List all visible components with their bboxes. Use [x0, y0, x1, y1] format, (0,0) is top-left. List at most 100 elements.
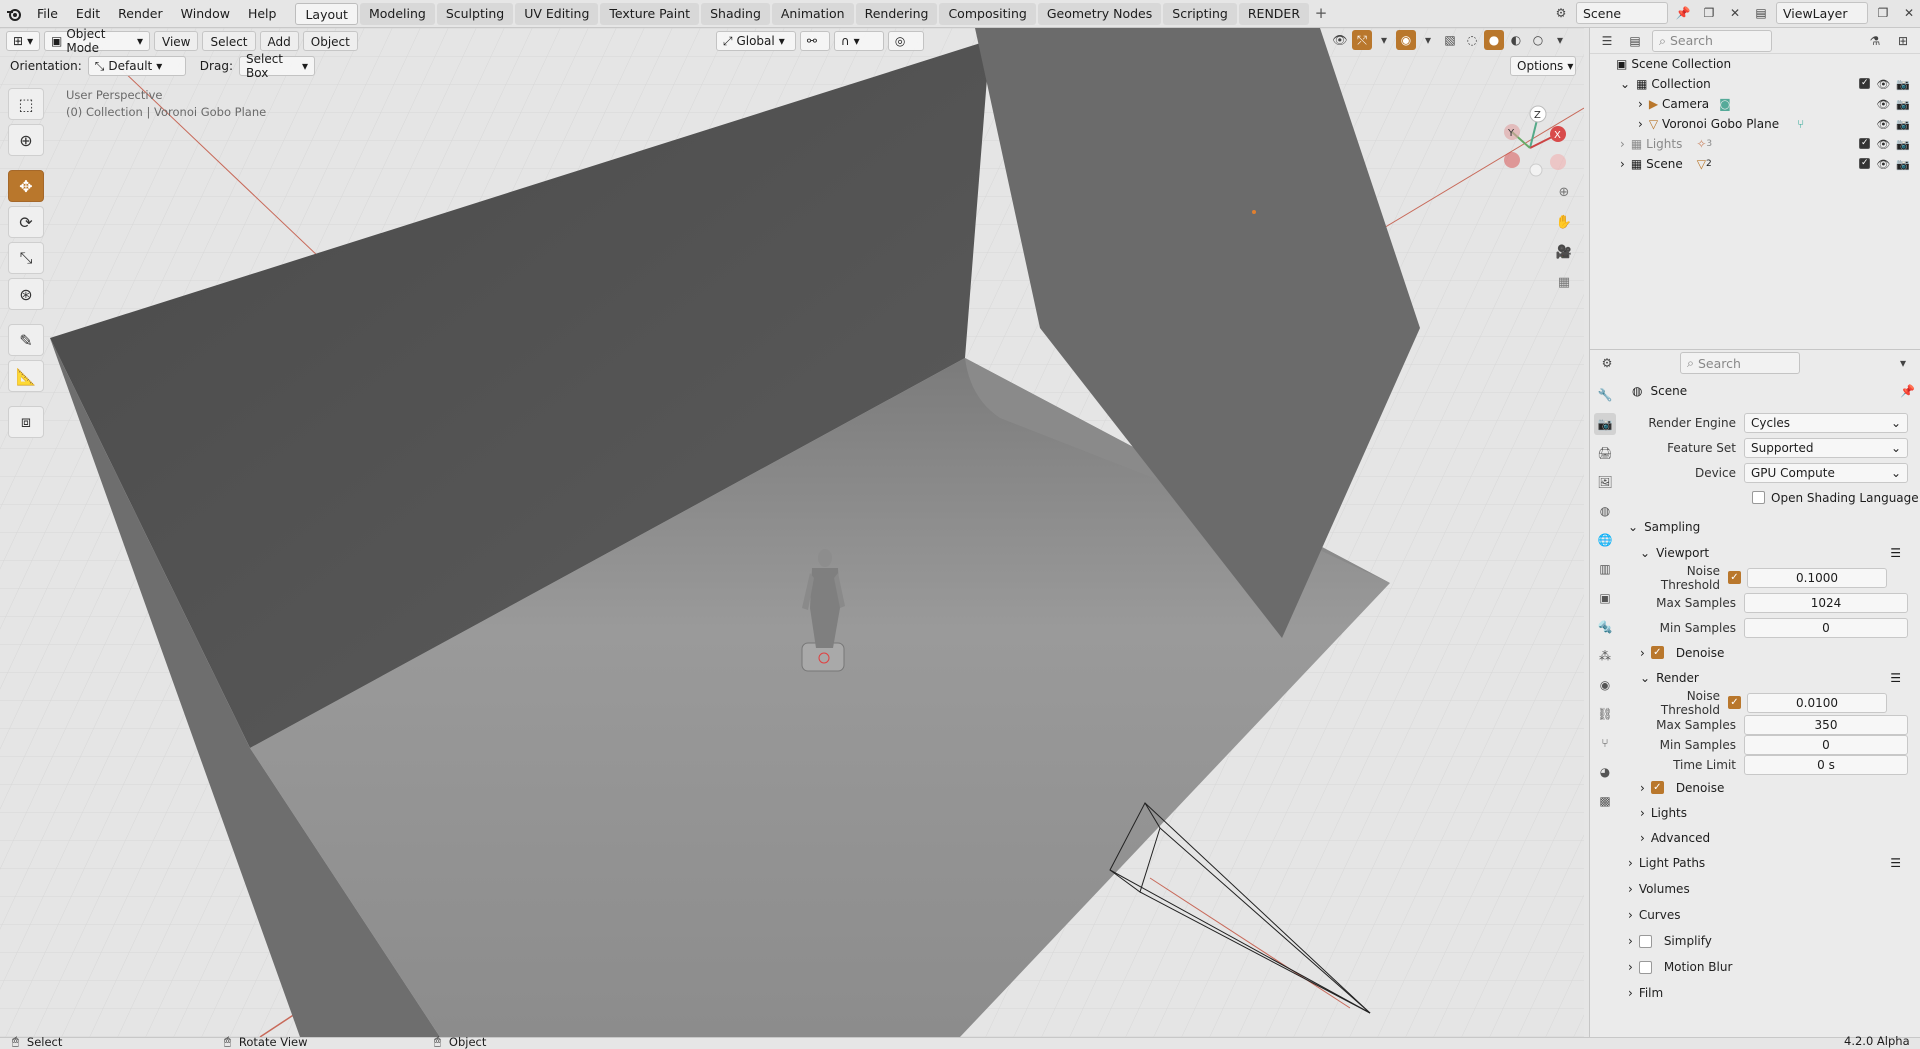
- orientation-dropdown[interactable]: ⤡ Default ▾: [87, 56, 186, 76]
- visibility-icon[interactable]: 👁: [1330, 30, 1350, 50]
- display-mode-icon[interactable]: ▤: [1624, 30, 1646, 52]
- material-shading-icon[interactable]: ◐: [1506, 30, 1526, 50]
- new-collection-icon[interactable]: ⊞: [1892, 30, 1914, 52]
- render-subpanel-header[interactable]: ⌄ Render ☰: [1628, 665, 1919, 690]
- navigation-gizmo[interactable]: Z Y X: [1490, 98, 1570, 188]
- menu-edit[interactable]: Edit: [67, 3, 109, 25]
- vp-noise-checkbox[interactable]: ✓: [1728, 571, 1741, 584]
- render-camera-icon[interactable]: 📷: [1896, 138, 1910, 151]
- feature-set-dropdown[interactable]: Supported ⌄: [1744, 437, 1908, 458]
- device-dropdown[interactable]: GPU Compute ⌄: [1744, 462, 1908, 483]
- menu-file[interactable]: File: [28, 3, 67, 25]
- outliner-row-camera[interactable]: › ▶ Camera ◙ 👁 📷: [1590, 94, 1920, 114]
- delete-scene-icon[interactable]: ✕: [1724, 2, 1746, 24]
- render-camera-icon[interactable]: 📷: [1896, 158, 1910, 171]
- view-layer-tab-icon[interactable]: 🖼: [1594, 471, 1616, 493]
- xray-icon[interactable]: ▧: [1440, 30, 1460, 50]
- tab-geometry-nodes[interactable]: Geometry Nodes: [1037, 2, 1162, 25]
- eye-icon[interactable]: 👁: [1876, 78, 1890, 91]
- outliner-row-collection[interactable]: ⌄ ▦ Collection ✓ 👁 📷: [1590, 74, 1920, 94]
- particles-tab-icon[interactable]: ⁂: [1594, 645, 1616, 667]
- r-denoise-header[interactable]: › ✓ Denoise: [1628, 775, 1919, 800]
- simplify-panel-header[interactable]: › Simplify: [1628, 928, 1919, 954]
- outliner-row-gobo[interactable]: › ▽ Voronoi Gobo Plane ⑂ 👁 📷: [1590, 114, 1920, 134]
- menu-select[interactable]: Select: [202, 31, 256, 51]
- outliner-search-input[interactable]: ⌕ Search: [1652, 29, 1772, 52]
- snap-dropdown[interactable]: ∩ ▾: [833, 31, 884, 51]
- render-engine-dropdown[interactable]: Cycles ⌄: [1744, 412, 1908, 433]
- tab-render[interactable]: RENDER: [1238, 2, 1310, 25]
- motion-blur-checkbox[interactable]: [1638, 960, 1652, 974]
- duplicate-view-layer-icon[interactable]: ❐: [1872, 2, 1894, 24]
- add-cube-tool[interactable]: ⧈: [8, 406, 44, 438]
- list-presets-icon[interactable]: ☰: [1890, 546, 1901, 560]
- rotate-tool[interactable]: ⟳: [8, 206, 44, 238]
- pan-hand-icon[interactable]: ✋: [1552, 210, 1576, 234]
- transform-orientation-dropdown[interactable]: ⤢ Global ▾: [715, 31, 796, 51]
- editor-type-dropdown[interactable]: ⊞ ▾: [6, 31, 40, 51]
- annotate-tool[interactable]: ✎: [8, 324, 44, 356]
- menu-help[interactable]: Help: [239, 3, 286, 25]
- camera-view-icon[interactable]: 🎥: [1552, 240, 1576, 264]
- material-tab-icon[interactable]: ◕: [1594, 761, 1616, 783]
- tab-layout[interactable]: Layout: [295, 2, 358, 25]
- mode-dropdown[interactable]: ▣ Object Mode ▾: [44, 28, 150, 55]
- volumes-panel-header[interactable]: › Volumes: [1628, 876, 1919, 902]
- render-tab-icon[interactable]: 📷: [1594, 413, 1616, 435]
- advanced-subpanel-header[interactable]: › Advanced: [1628, 825, 1919, 850]
- exclude-checkbox[interactable]: ✓: [1859, 137, 1871, 149]
- tab-rendering[interactable]: Rendering: [855, 2, 938, 25]
- overlay-toggle-icon[interactable]: ◉: [1396, 30, 1416, 50]
- menu-object[interactable]: Object: [302, 31, 358, 51]
- motion-blur-panel-header[interactable]: › Motion Blur: [1628, 954, 1919, 980]
- rendered-shading-icon[interactable]: ○: [1528, 30, 1548, 50]
- blender-logo-icon[interactable]: [0, 0, 28, 28]
- solid-shading-icon[interactable]: ●: [1484, 30, 1504, 50]
- filter-icon[interactable]: ⚗: [1864, 30, 1886, 52]
- gizmo-toggle-icon[interactable]: ⤲: [1352, 30, 1372, 50]
- options-dropdown[interactable]: Options ▾: [1510, 56, 1576, 76]
- cursor-tool[interactable]: ⊕: [8, 124, 44, 156]
- osl-row[interactable]: Open Shading Language: [1628, 485, 1919, 510]
- zoom-icon[interactable]: ⊕: [1552, 180, 1576, 204]
- r-noise-checkbox[interactable]: ✓: [1728, 696, 1741, 709]
- properties-options-icon[interactable]: ▾: [1892, 352, 1914, 374]
- r-denoise-checkbox[interactable]: ✓: [1650, 781, 1664, 794]
- pin-icon[interactable]: 📌: [1672, 2, 1694, 24]
- add-workspace-button[interactable]: +: [1311, 4, 1331, 24]
- duplicate-scene-icon[interactable]: ❐: [1698, 2, 1720, 24]
- sampling-panel-header[interactable]: ⌄ Sampling: [1628, 514, 1919, 540]
- measure-tool[interactable]: 📐: [8, 360, 44, 392]
- eye-icon[interactable]: 👁: [1876, 138, 1890, 151]
- tool-tab-icon[interactable]: 🔧: [1594, 384, 1616, 406]
- tab-sculpting[interactable]: Sculpting: [436, 2, 514, 25]
- lights-subpanel-header[interactable]: › Lights: [1628, 800, 1919, 825]
- eye-icon[interactable]: 👁: [1876, 118, 1890, 131]
- outliner-row-scene[interactable]: › ▦ Scene ▽ 2 ✓ 👁 📷: [1590, 154, 1920, 174]
- overlay-dropdown-icon[interactable]: ▾: [1418, 30, 1438, 50]
- vp-min-field[interactable]: 0: [1744, 617, 1908, 638]
- tab-uv-editing[interactable]: UV Editing: [515, 2, 599, 25]
- scene-icon[interactable]: ⚙: [1550, 2, 1572, 24]
- light-paths-panel-header[interactable]: › Light Paths ☰: [1628, 850, 1919, 876]
- pin-icon[interactable]: 📌: [1900, 384, 1915, 398]
- curves-panel-header[interactable]: › Curves: [1628, 902, 1919, 928]
- texture-tab-icon[interactable]: ▩: [1594, 790, 1616, 812]
- tab-animation[interactable]: Animation: [771, 2, 854, 25]
- wireframe-shading-icon[interactable]: ◌: [1462, 30, 1482, 50]
- render-camera-icon[interactable]: 📷: [1896, 118, 1910, 131]
- pivot-dropdown[interactable]: ⚯: [799, 31, 830, 51]
- scene-selector[interactable]: Scene: [1576, 2, 1668, 24]
- properties-editor-type-icon[interactable]: ⚙: [1596, 352, 1618, 374]
- tab-shading[interactable]: Shading: [701, 2, 770, 25]
- world-tab-icon[interactable]: 🌐: [1594, 529, 1616, 551]
- render-camera-icon[interactable]: 📷: [1896, 98, 1910, 111]
- properties-search-input[interactable]: ⌕ Search: [1680, 352, 1800, 374]
- modifier-tab-icon[interactable]: 🔩: [1594, 616, 1616, 638]
- list-presets-icon[interactable]: ☰: [1890, 856, 1901, 870]
- vp-denoise-header[interactable]: › ✓ Denoise: [1628, 640, 1919, 665]
- tab-texture-paint[interactable]: Texture Paint: [600, 2, 700, 25]
- outliner-scene-collection[interactable]: ▣ Scene Collection: [1590, 54, 1920, 74]
- object-tab-icon[interactable]: ▣: [1594, 587, 1616, 609]
- shading-dropdown-icon[interactable]: ▾: [1550, 30, 1570, 50]
